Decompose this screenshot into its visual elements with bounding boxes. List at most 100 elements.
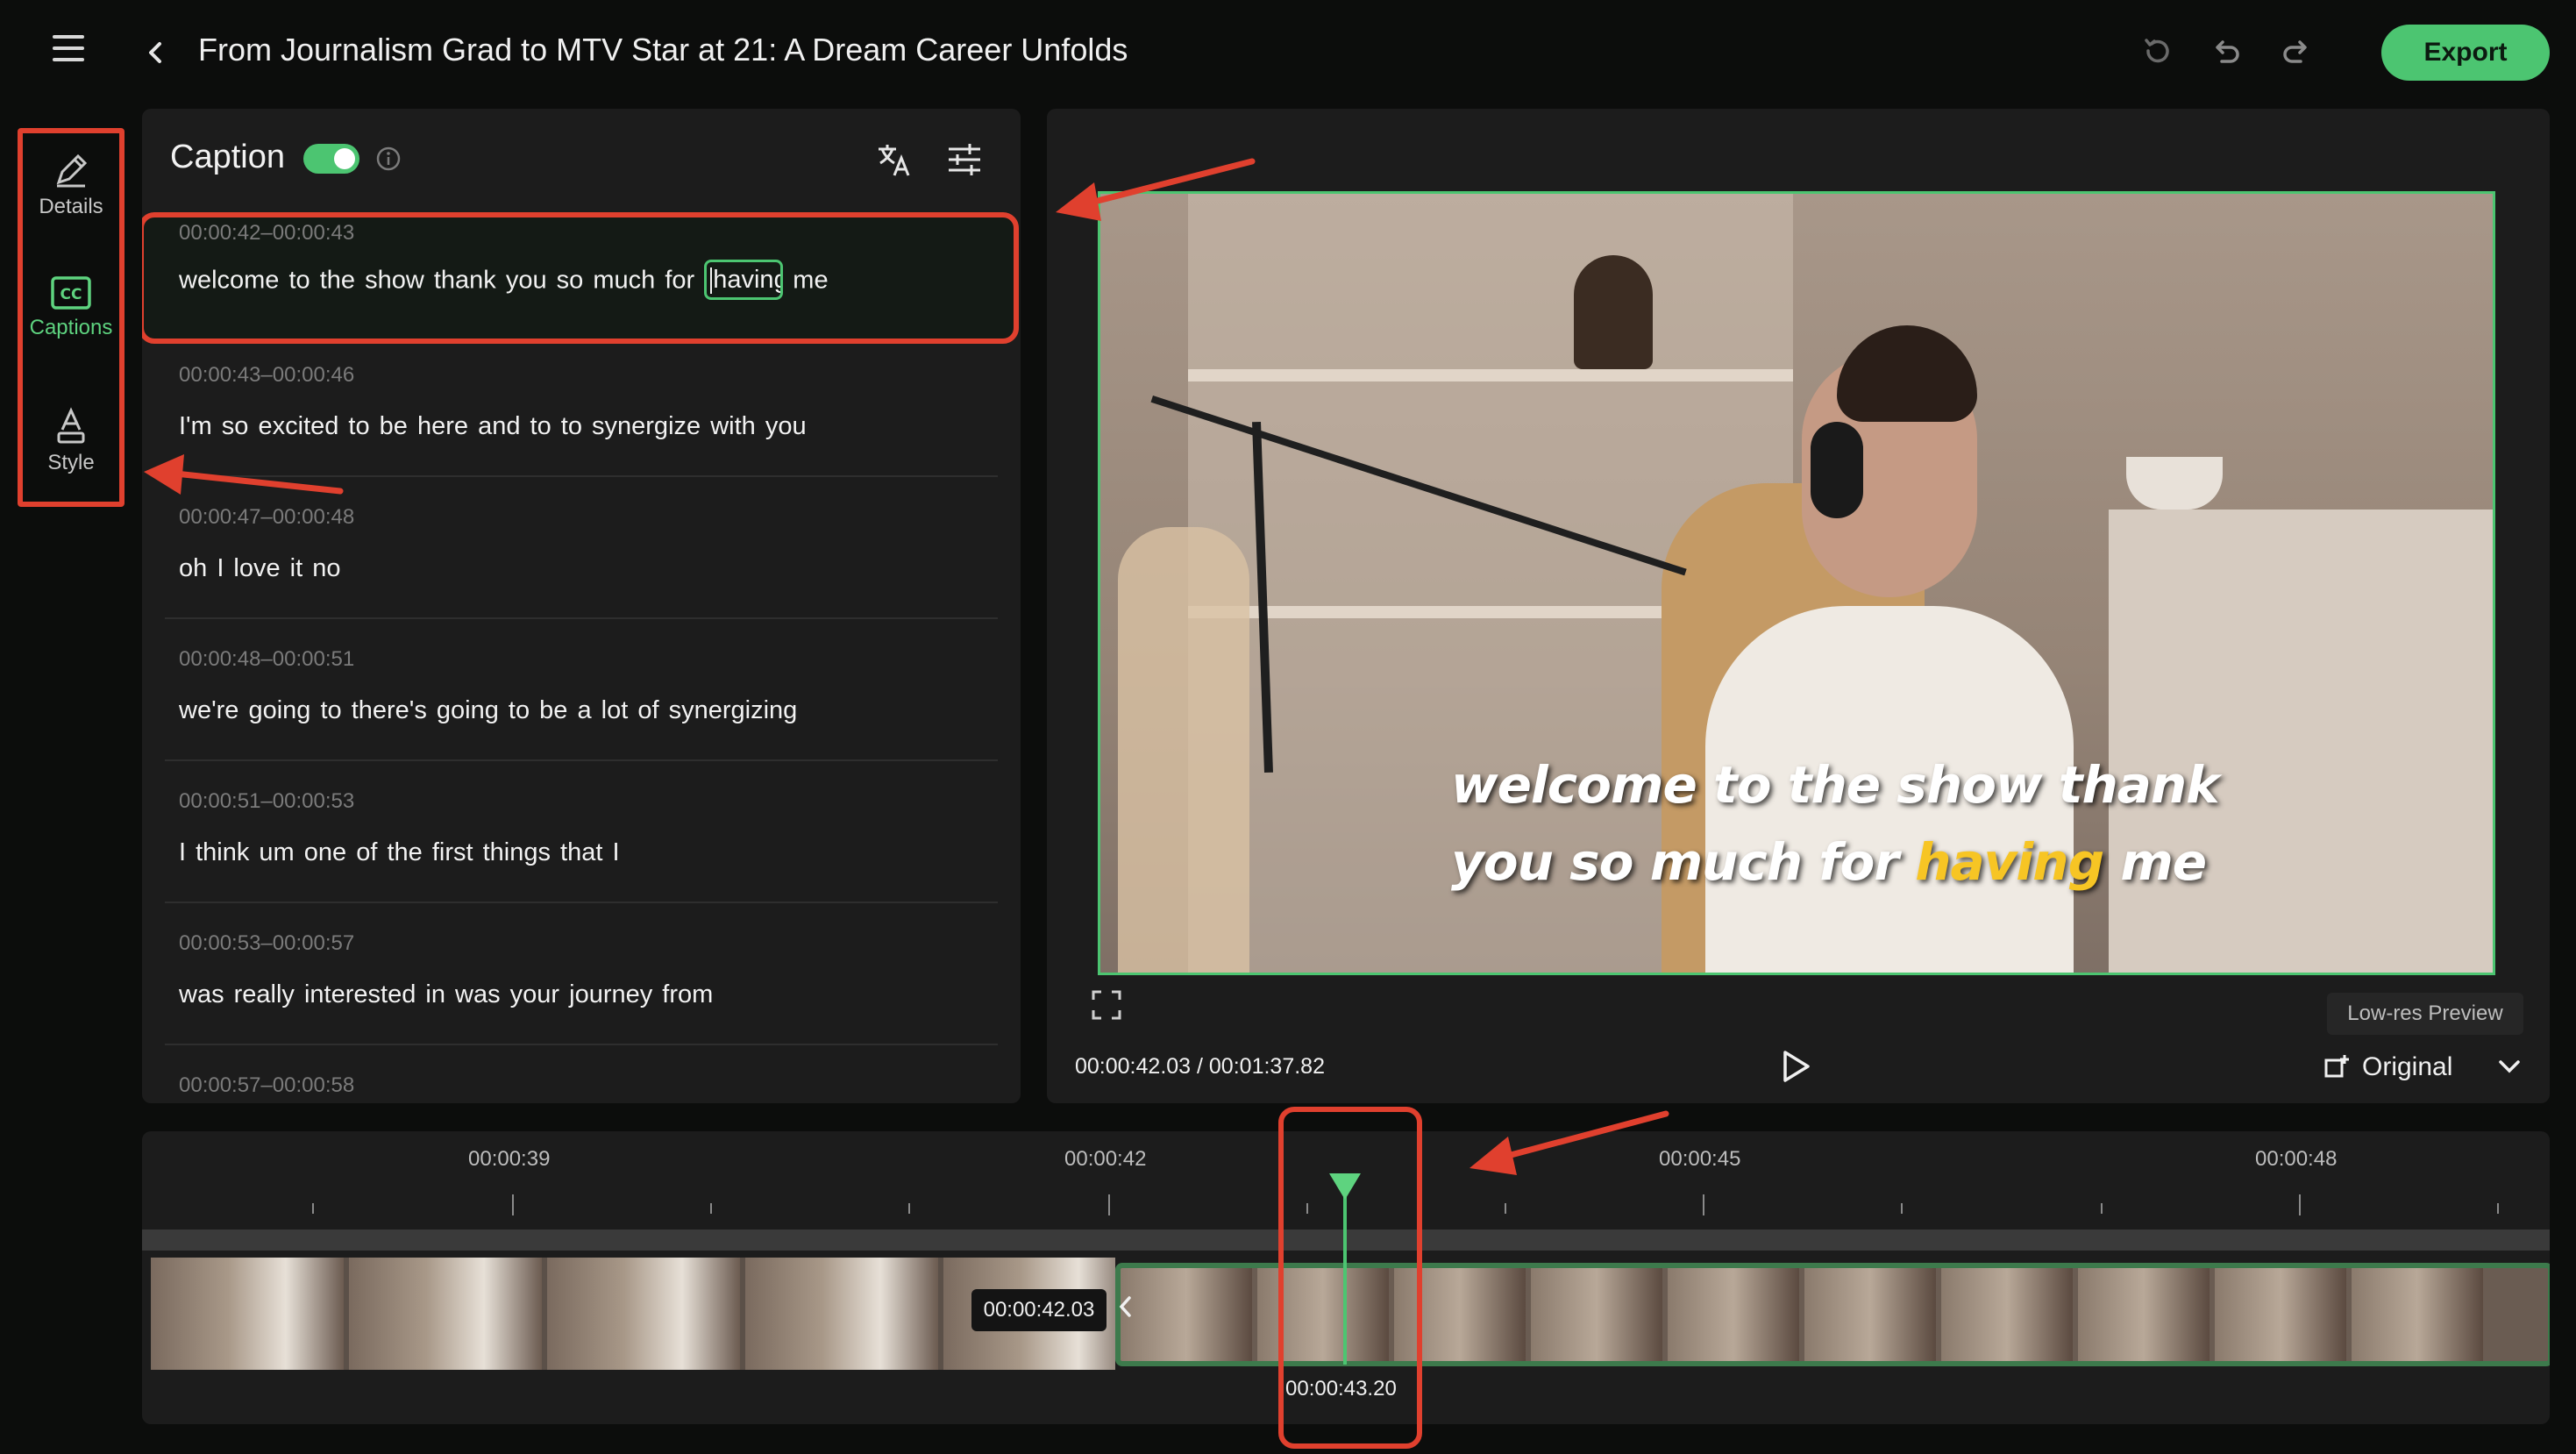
aspect-ratio-label: Original	[2362, 1052, 2453, 1081]
rail-label: Captions	[29, 316, 113, 339]
clip-frame	[1941, 1268, 2073, 1361]
caption-item[interactable]: 00:00:53–00:00:57 was really interested …	[165, 931, 998, 1054]
caption-panel: Caption 00:00:42–00:00:43 welcome to the…	[142, 109, 1021, 1103]
shelf-board	[1188, 369, 1793, 381]
preview-panel: welcome to the show thank you so much fo…	[1047, 109, 2550, 1103]
caption-panel-title: Caption	[170, 139, 285, 175]
caption-toggle[interactable]	[303, 144, 359, 174]
clip-frame	[2352, 1268, 2483, 1361]
fullscreen-icon[interactable]	[1091, 989, 1122, 1021]
caption-item[interactable]: 00:00:48–00:00:51 we're going to there's…	[165, 647, 998, 770]
caption-text[interactable]: was really interested in was your journe…	[179, 980, 713, 1009]
clip-frame	[151, 1258, 344, 1370]
export-button[interactable]: Export	[2381, 25, 2550, 81]
timeline-tick	[1505, 1203, 1506, 1214]
rail-item-details[interactable]: Details	[23, 151, 119, 219]
caption-text[interactable]: I'm so excited to be here and to to syne…	[179, 412, 807, 441]
clip-frame	[1804, 1268, 1936, 1361]
timeline-tick	[512, 1194, 514, 1215]
caption-item[interactable]: 00:00:57–00:00:58	[165, 1073, 998, 1103]
subtitle-line-1: welcome to the show thank	[1451, 755, 2220, 815]
chevron-left-icon	[149, 42, 161, 63]
caption-text[interactable]: I think um one of the first things that …	[179, 838, 620, 867]
style-icon	[57, 407, 85, 444]
clip-frame	[745, 1258, 938, 1370]
divider	[165, 759, 998, 761]
rail-label: Style	[47, 451, 95, 474]
rail-item-captions[interactable]: CC Captions	[23, 275, 119, 340]
sculpture	[1574, 255, 1653, 369]
clip-frame	[2078, 1268, 2210, 1361]
caption-time: 00:00:42–00:00:43	[179, 221, 355, 245]
microphone	[1811, 422, 1863, 518]
history-icon	[2145, 39, 2169, 63]
history-button[interactable]	[2138, 32, 2176, 70]
annotation-arrow-icon	[144, 454, 344, 495]
caption-time: 00:00:51–00:00:53	[179, 789, 355, 813]
caption-time: 00:00:48–00:00:51	[179, 647, 355, 671]
undo-icon	[2216, 40, 2239, 63]
annotation-arrow-icon	[1056, 158, 1256, 221]
clip-frame	[1668, 1268, 1799, 1361]
svg-text:CC: CC	[60, 286, 82, 303]
menu-button[interactable]	[53, 35, 95, 70]
rail-item-style[interactable]: Style	[23, 407, 119, 475]
annotation-arrow-icon	[1469, 1110, 1669, 1175]
timeline-tick	[312, 1203, 314, 1214]
divider	[165, 1044, 998, 1045]
pampas-grass	[1118, 527, 1249, 973]
caption-time: 00:00:43–00:00:46	[179, 363, 355, 387]
cc-icon: CC	[51, 276, 91, 310]
clip-trim-handle-icon[interactable]	[1115, 1289, 1136, 1324]
back-button[interactable]	[142, 35, 168, 70]
divider	[165, 617, 998, 619]
caption-text-after: me	[793, 266, 829, 295]
clip-frame	[349, 1258, 542, 1370]
clip-start-timecode: 00:00:42.03	[971, 1289, 1107, 1331]
timeline-tick	[1901, 1203, 1903, 1214]
aspect-ratio-dropdown[interactable]: Original	[2323, 1045, 2527, 1089]
annotation-box	[1278, 1107, 1422, 1449]
hamburger-line	[53, 35, 84, 39]
cabinet	[2109, 510, 2493, 973]
caption-item[interactable]: 00:00:51–00:00:53 I think um one of the …	[165, 789, 998, 912]
timeline-tick	[2299, 1194, 2301, 1215]
video-preview[interactable]: welcome to the show thank you so much fo…	[1098, 191, 2495, 975]
caption-text[interactable]: we're going to there's going to be a lot…	[179, 696, 797, 725]
timeline-tick	[2497, 1203, 2499, 1214]
caption-text[interactable]: oh I love it no	[179, 554, 341, 583]
info-icon[interactable]	[375, 146, 402, 172]
playback-timecode: 00:00:42.03 / 00:01:37.82	[1075, 1054, 1325, 1079]
aspect-ratio-icon	[2324, 1055, 2349, 1078]
hamburger-line	[53, 58, 84, 61]
timeline-tick	[2101, 1203, 2103, 1214]
subtitle-highlight-word: having	[1915, 832, 2104, 892]
video-clip[interactable]	[151, 1258, 1115, 1370]
caption-text[interactable]: welcome to the show thank you so much fo…	[179, 260, 829, 302]
plant-pot	[2126, 457, 2223, 510]
lowres-preview-badge[interactable]: Low-res Preview	[2327, 993, 2523, 1035]
caption-item[interactable]: 00:00:47–00:00:48 oh I love it no	[165, 505, 998, 628]
subtitle-text: you so much for	[1451, 832, 1899, 892]
timeline-tick	[1703, 1194, 1704, 1215]
left-rail: Details CC Captions Style	[18, 128, 125, 507]
redo-icon	[2283, 40, 2307, 63]
caption-time: 00:00:57–00:00:58	[179, 1073, 355, 1097]
pencil-icon	[56, 153, 88, 188]
sliders-icon[interactable]	[945, 140, 984, 179]
play-icon[interactable]	[1778, 1047, 1813, 1086]
timeline-label: 00:00:39	[468, 1147, 551, 1171]
hamburger-line	[53, 46, 84, 50]
caption-time: 00:00:53–00:00:57	[179, 931, 355, 955]
caption-edit-word-input[interactable]: having	[704, 260, 784, 300]
clip-frame	[2215, 1268, 2346, 1361]
caption-text-before: welcome to the show thank you so much fo…	[179, 266, 695, 295]
divider	[165, 902, 998, 903]
caption-item[interactable]: 00:00:42–00:00:43 welcome to the show th…	[165, 221, 998, 344]
redo-button[interactable]	[2276, 32, 2315, 70]
undo-button[interactable]	[2208, 32, 2246, 70]
translate-icon[interactable]	[875, 140, 914, 179]
subtitle-line-2: you so much for having me	[1451, 823, 2240, 901]
subtitle-text: me	[2120, 832, 2207, 892]
timeline-tick	[908, 1203, 910, 1214]
